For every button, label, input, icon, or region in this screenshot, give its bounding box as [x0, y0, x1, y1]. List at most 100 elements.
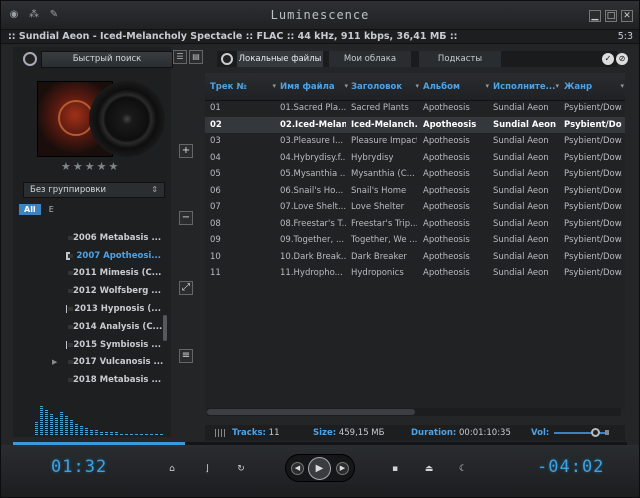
filter-icon[interactable]: ▾ [415, 82, 419, 90]
spectrum-bar [110, 432, 113, 435]
shuffle-button[interactable]: ⤢ [179, 281, 193, 295]
tab-my-clouds[interactable]: Мои облака [329, 51, 411, 67]
filter-icon[interactable]: ▾ [272, 82, 276, 90]
filter-icon[interactable]: ▾ [344, 82, 348, 90]
tree-item[interactable]: 2014 Analysis (C... [49, 318, 162, 336]
next-icon[interactable]: ▶ [336, 462, 349, 475]
column-header[interactable]: Исполните... ▾ [493, 82, 559, 92]
star-icon[interactable]: ★ [97, 161, 107, 172]
tabs-power-icon[interactable] [221, 53, 233, 65]
star-icon[interactable]: ★ [109, 161, 119, 172]
star-icon[interactable]: ★ [73, 161, 83, 172]
table-cell: Apotheosis [423, 136, 470, 146]
tree-item[interactable]: 2007 Apotheosi... [49, 247, 161, 265]
tree-item[interactable]: 2011 Mimesis (C... [49, 265, 161, 283]
maximize-icon[interactable]: □ [605, 10, 617, 22]
table-row[interactable]: 07 07.Love Shelt... Love Shelter Apotheosis… [205, 199, 625, 216]
filter-icon[interactable]: ▾ [620, 82, 624, 90]
filter-icon[interactable]: ▾ [485, 82, 489, 90]
quick-search-button[interactable]: Быстрый поиск [41, 51, 173, 68]
elapsed-time[interactable]: 01:32 [51, 457, 107, 477]
table-cell: Apotheosis [423, 251, 470, 262]
close-icon[interactable]: ✕ [621, 10, 633, 22]
grouping-select[interactable]: Без группировки ⇕ [23, 182, 165, 198]
column-header[interactable]: Жанр ▾ [564, 82, 624, 92]
tree-item-label: 2006 Metabasis ... [73, 232, 162, 243]
previous-icon[interactable]: ◀ [291, 462, 304, 475]
add-button[interactable]: + [179, 144, 193, 158]
table-cell: 01.Sacred Pla... [280, 103, 346, 113]
player-window: ◉ ⁂ ✎ Luminescence ▁ □ ✕ :: Sundial Aeon… [0, 0, 640, 498]
table-cell: Sundial Aeon [493, 268, 549, 278]
quick-search-row: Быстрый поиск [13, 49, 173, 69]
table-row[interactable]: 03 03.Pleasure I... Pleasure Impact Apotheo… [205, 133, 625, 150]
tab-local-files[interactable]: Локальные файлы [237, 51, 323, 67]
table-row[interactable]: 01 01.Sacred Pla... Sacred Plants Apotheosi… [205, 100, 625, 117]
star-icon[interactable]: ★ [85, 161, 95, 172]
tab-options-icon[interactable]: ⊘ [616, 53, 628, 65]
vinyl-record-icon [89, 81, 165, 157]
table-cell: Mysanthia (C... [351, 169, 415, 179]
table-cell: Psybient/Dow... [564, 169, 622, 179]
grip-icon[interactable] [215, 429, 227, 437]
stop-icon[interactable]: ▪ [389, 463, 401, 475]
column-header[interactable]: Имя файла ▾ [280, 82, 348, 92]
letter-filter-all[interactable]: All [19, 204, 41, 215]
volume-label: Vol: [531, 428, 550, 438]
remove-button[interactable]: − [179, 211, 193, 225]
volume-knob[interactable] [590, 428, 600, 437]
column-header[interactable]: Трек № ▾ [210, 82, 276, 92]
search-toggle-icon[interactable] [23, 52, 37, 66]
tree-item[interactable]: ▶ 2017 Vulcanosis ... [49, 354, 163, 372]
expand-icon[interactable]: ▶ [52, 358, 57, 366]
filter-icon[interactable]: ▾ [555, 82, 559, 90]
column-header[interactable]: Заголовок ▾ [351, 82, 419, 92]
table-cell: 09.Together, ... [280, 235, 345, 245]
table-cell: Psybient/Dow... [564, 152, 622, 163]
table-cell: Hydroponics [351, 268, 404, 278]
tree-item[interactable]: 2013 Hypnosis (... [49, 300, 161, 318]
tree-item[interactable]: 2006 Metabasis ... [49, 229, 161, 247]
rating-stars[interactable]: ★ ★ ★ ★ ★ [61, 161, 118, 172]
tree-item[interactable]: 2012 Wolfsberg ... [49, 282, 161, 300]
menu-button[interactable]: ≡ [179, 349, 193, 363]
eject-icon[interactable]: ⏏ [423, 463, 435, 475]
tree-item[interactable]: 2018 Metabasis ... [49, 371, 161, 389]
letter-filter-e[interactable]: E [47, 204, 56, 215]
volume-slider[interactable] [554, 432, 608, 434]
play-icon[interactable]: ▶ [308, 457, 331, 480]
tree-scrollbar[interactable] [163, 315, 167, 341]
table-row[interactable]: 02 02.Iced-Melan... Iced-Melanch... Apotheo… [205, 116, 625, 133]
table-row[interactable]: 11 11.Hydropho... Hydroponics Apotheosis Sun… [205, 265, 625, 282]
spectrum-bar [70, 419, 73, 435]
table-row[interactable]: 05 05.Mysanthia ... Mysanthia (C... Apotheo… [205, 166, 625, 183]
scrollbar-thumb[interactable] [207, 409, 415, 415]
table-cell: Psybient/Dow... [564, 136, 622, 146]
chevron-down-icon: ⇕ [151, 185, 158, 194]
table-row[interactable]: 04 04.Hybrydisy.f... Hybrydisy Apotheosis Su… [205, 150, 625, 167]
table-row[interactable]: 06 06.Snail's Ho... Snail's Home Apotheosis… [205, 183, 625, 200]
spectrum-bar [95, 430, 98, 435]
table-row[interactable]: 09 09.Together, ... Together, We ... Apothe… [205, 232, 625, 249]
table-row[interactable]: 10 10.Dark Break... Dark Breaker Apotheosis… [205, 249, 625, 266]
tab-podcasts[interactable]: Подкасты [419, 51, 501, 67]
moon-icon[interactable]: ☾ [457, 463, 469, 475]
tree-item[interactable]: 2015 Symbiosis ... [49, 336, 161, 354]
list-view-icon[interactable]: ☰ [173, 50, 187, 64]
volume-max-icon [605, 430, 609, 435]
repeat-icon[interactable]: ↻ [235, 463, 247, 475]
table-row[interactable]: 08 08.Freestar's T... Freestar's Trip... Ap… [205, 216, 625, 233]
tab-settings-icon[interactable]: ✓ [602, 53, 614, 65]
column-header[interactable]: Альбом ▾ [423, 82, 489, 92]
remaining-time[interactable]: -04:02 [537, 457, 604, 477]
detail-view-icon[interactable]: ▤ [189, 50, 203, 64]
star-icon[interactable]: ★ [61, 161, 71, 172]
table-horizontal-scrollbar[interactable] [207, 408, 621, 416]
bracket-icon[interactable]: ⌋ [201, 463, 213, 475]
camera-icon[interactable]: ⌂ [166, 463, 178, 475]
view-toggles: ☰ ▤ [173, 50, 203, 64]
table-cell: 07 [210, 202, 221, 212]
minimize-icon[interactable]: ▁ [589, 10, 601, 22]
table-cell: 06.Snail's Ho... [280, 185, 344, 196]
spectrum-bar [155, 433, 158, 435]
